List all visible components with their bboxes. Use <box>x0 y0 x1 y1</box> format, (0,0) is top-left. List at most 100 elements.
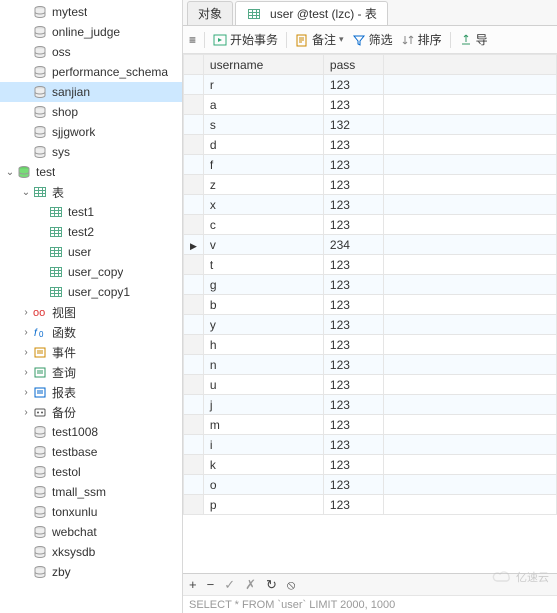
cell-pass[interactable]: 123 <box>323 155 383 175</box>
cell-username[interactable]: x <box>203 195 323 215</box>
cell-pass[interactable]: 123 <box>323 475 383 495</box>
cancel-button[interactable]: ✗ <box>245 577 256 593</box>
db-performance_schema[interactable]: performance_schema <box>0 62 182 82</box>
table-row[interactable]: y 123 <box>184 315 557 335</box>
cell-username[interactable]: u <box>203 375 323 395</box>
row-indicator[interactable] <box>184 195 204 215</box>
cell-username[interactable]: k <box>203 455 323 475</box>
table-row[interactable]: v 234 <box>184 235 557 255</box>
expand-icon[interactable]: › <box>20 407 32 418</box>
note-button[interactable]: 备注 ▾ <box>295 31 344 48</box>
cell-username[interactable]: d <box>203 135 323 155</box>
column-header-username[interactable]: username <box>203 55 323 75</box>
db-tonxunlu[interactable]: tonxunlu <box>0 502 182 522</box>
data-grid-scroll[interactable]: username pass r 123 a 123 s 132 d 123 f … <box>183 54 557 573</box>
expand-icon[interactable]: › <box>20 327 32 338</box>
row-indicator[interactable] <box>184 395 204 415</box>
db-zby[interactable]: zby <box>0 562 182 582</box>
row-indicator[interactable] <box>184 415 204 435</box>
db-oss[interactable]: oss <box>0 42 182 62</box>
table-user[interactable]: user <box>0 242 182 262</box>
table-test1[interactable]: test1 <box>0 202 182 222</box>
db-sys[interactable]: sys <box>0 142 182 162</box>
row-indicator[interactable] <box>184 115 204 135</box>
cell-pass[interactable]: 123 <box>323 135 383 155</box>
cell-pass[interactable]: 123 <box>323 175 383 195</box>
cell-pass[interactable]: 123 <box>323 415 383 435</box>
delete-row-button[interactable]: − <box>207 577 215 592</box>
row-indicator[interactable] <box>184 75 204 95</box>
table-row[interactable]: b 123 <box>184 295 557 315</box>
node-query[interactable]: › 查询 <box>0 362 182 382</box>
expand-icon[interactable]: › <box>20 307 32 318</box>
cell-pass[interactable]: 123 <box>323 395 383 415</box>
cell-pass[interactable]: 123 <box>323 195 383 215</box>
table-row[interactable]: o 123 <box>184 475 557 495</box>
table-row[interactable]: a 123 <box>184 95 557 115</box>
node-event[interactable]: › 事件 <box>0 342 182 362</box>
table-row[interactable]: h 123 <box>184 335 557 355</box>
row-indicator[interactable] <box>184 235 204 255</box>
row-indicator[interactable] <box>184 475 204 495</box>
menu-button[interactable]: ≡ <box>189 33 196 47</box>
expand-icon[interactable]: ⌄ <box>4 167 16 178</box>
table-user_copy[interactable]: user_copy <box>0 262 182 282</box>
cell-pass[interactable]: 123 <box>323 275 383 295</box>
node-view[interactable]: › oo 视图 <box>0 302 182 322</box>
row-indicator[interactable] <box>184 135 204 155</box>
cell-pass[interactable]: 123 <box>323 455 383 475</box>
column-header-pass[interactable]: pass <box>323 55 383 75</box>
db-sjjgwork[interactable]: sjjgwork <box>0 122 182 142</box>
db-shop[interactable]: shop <box>0 102 182 122</box>
table-row[interactable]: j 123 <box>184 395 557 415</box>
db-mytest[interactable]: mytest <box>0 2 182 22</box>
apply-button[interactable]: ✓ <box>224 577 235 593</box>
table-row[interactable]: i 123 <box>184 435 557 455</box>
db-test[interactable]: ⌄ test <box>0 162 182 182</box>
tables-group[interactable]: ⌄ 表 <box>0 182 182 202</box>
node-report[interactable]: › 报表 <box>0 382 182 402</box>
expand-icon[interactable]: › <box>20 347 32 358</box>
cell-username[interactable]: p <box>203 495 323 515</box>
table-test2[interactable]: test2 <box>0 222 182 242</box>
row-indicator[interactable] <box>184 495 204 515</box>
row-indicator[interactable] <box>184 455 204 475</box>
cell-username[interactable]: h <box>203 335 323 355</box>
export-button[interactable]: 导 <box>459 31 488 48</box>
db-test1008[interactable]: test1008 <box>0 422 182 442</box>
row-indicator[interactable] <box>184 335 204 355</box>
table-row[interactable]: p 123 <box>184 495 557 515</box>
cell-username[interactable]: b <box>203 295 323 315</box>
cell-pass[interactable]: 123 <box>323 215 383 235</box>
cell-pass[interactable]: 123 <box>323 495 383 515</box>
db-webchat[interactable]: webchat <box>0 522 182 542</box>
cell-pass[interactable]: 123 <box>323 355 383 375</box>
row-indicator[interactable] <box>184 255 204 275</box>
begin-transaction-button[interactable]: 开始事务 <box>213 31 278 48</box>
cell-pass[interactable]: 123 <box>323 75 383 95</box>
row-indicator[interactable] <box>184 175 204 195</box>
table-row[interactable]: k 123 <box>184 455 557 475</box>
cell-pass[interactable]: 123 <box>323 255 383 275</box>
node-fx[interactable]: › f0 函数 <box>0 322 182 342</box>
cell-username[interactable]: a <box>203 95 323 115</box>
db-testol[interactable]: testol <box>0 462 182 482</box>
table-row[interactable]: x 123 <box>184 195 557 215</box>
add-row-button[interactable]: + <box>189 577 197 592</box>
row-indicator[interactable] <box>184 295 204 315</box>
table-row[interactable]: c 123 <box>184 215 557 235</box>
cell-pass[interactable]: 123 <box>323 295 383 315</box>
expand-icon[interactable]: › <box>20 367 32 378</box>
table-row[interactable]: n 123 <box>184 355 557 375</box>
sort-button[interactable]: 排序 <box>401 31 442 48</box>
row-indicator[interactable] <box>184 95 204 115</box>
row-indicator[interactable] <box>184 375 204 395</box>
cell-username[interactable]: f <box>203 155 323 175</box>
cell-username[interactable]: z <box>203 175 323 195</box>
cell-username[interactable]: n <box>203 355 323 375</box>
cell-pass[interactable]: 123 <box>323 375 383 395</box>
cell-pass[interactable]: 123 <box>323 95 383 115</box>
cell-username[interactable]: y <box>203 315 323 335</box>
table-row[interactable]: z 123 <box>184 175 557 195</box>
table-row[interactable]: m 123 <box>184 415 557 435</box>
